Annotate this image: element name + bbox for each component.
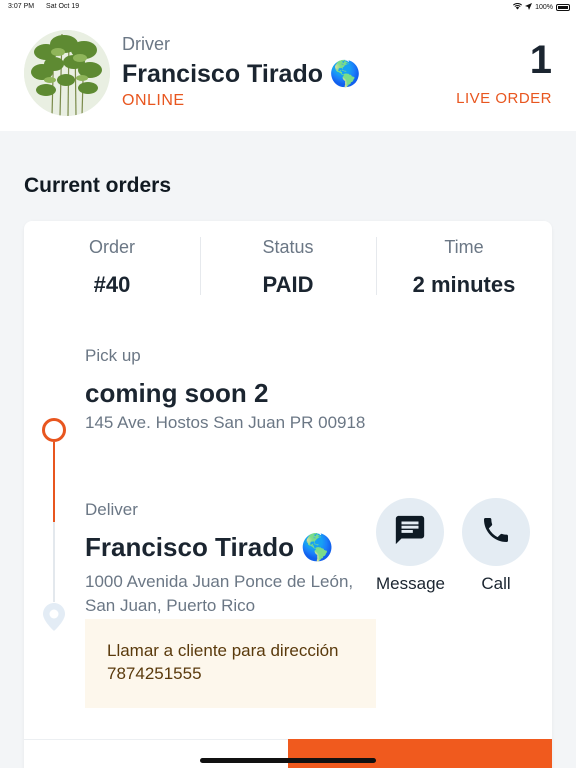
live-order-label: LIVE ORDER	[456, 90, 552, 107]
call-label: Call	[481, 574, 511, 593]
order-card[interactable]: Order #40 Status PAID Time 2 minutes Pic…	[24, 221, 552, 768]
status-label: Status	[262, 237, 314, 257]
status-bar: 3:07 PM Sat Oct 19 100%	[0, 0, 576, 14]
status-time: 3:07 PM	[8, 3, 35, 10]
message-icon	[393, 513, 427, 552]
order-time-cell: Time 2 minutes	[376, 235, 552, 297]
pickup-name: coming soon 2	[85, 378, 269, 408]
call-button[interactable]: Call	[462, 498, 530, 594]
pickup-address: 145 Ave. Hostos San Juan PR 00918	[85, 413, 366, 432]
pickup-marker-icon	[42, 418, 66, 442]
order-number-cell: Order #40	[24, 235, 200, 297]
deliver-label: Deliver	[85, 500, 138, 519]
status-date: Sat Oct 19	[46, 3, 80, 10]
delivery-note: Llamar a cliente para dirección 78742515…	[85, 619, 376, 708]
message-label: Message	[376, 574, 445, 593]
wifi-icon	[513, 2, 523, 12]
order-label: Order	[88, 237, 135, 257]
phone-icon	[480, 514, 512, 551]
current-orders-title: Current orders	[24, 174, 172, 197]
order-number: #40	[93, 272, 131, 297]
route-line-pending	[53, 522, 55, 602]
order-time: 2 minutes	[412, 272, 516, 297]
call-button-circle[interactable]	[462, 498, 530, 566]
time-label: Time	[444, 237, 484, 257]
driver-online-status: ONLINE	[122, 92, 185, 109]
order-action-bar[interactable]	[288, 739, 552, 768]
home-indicator[interactable]	[200, 758, 376, 763]
route-line-active	[53, 442, 55, 522]
driver-header: Driver Francisco Tirado 🌎 ONLINE 1 LIVE …	[0, 14, 576, 131]
message-button[interactable]: Message	[376, 498, 445, 594]
driver-name: Francisco Tirado 🌎	[122, 60, 362, 88]
order-status-cell: Status PAID	[200, 235, 376, 297]
map-pin-icon	[42, 602, 66, 632]
location-arrow-icon	[525, 3, 533, 12]
pickup-label: Pick up	[85, 346, 141, 365]
driver-role-label: Driver	[122, 34, 170, 54]
battery-icon	[556, 4, 570, 11]
order-summary: Order #40 Status PAID Time 2 minutes	[24, 235, 552, 297]
deliver-address: 1000 Avenida Juan Ponce de León, San Jua…	[85, 572, 354, 615]
deliver-name: Francisco Tirado 🌎	[85, 532, 334, 562]
message-button-circle[interactable]	[376, 498, 444, 566]
live-order-count: 1	[529, 38, 552, 82]
battery-percent: 100%	[535, 4, 553, 11]
order-status: PAID	[262, 272, 314, 297]
driver-avatar[interactable]	[24, 30, 110, 116]
